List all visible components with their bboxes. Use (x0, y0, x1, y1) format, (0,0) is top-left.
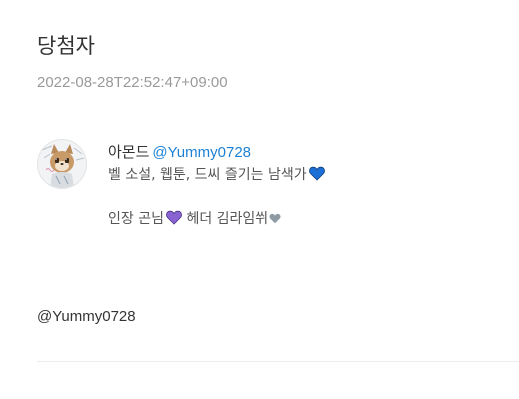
avatar-illustration (38, 140, 86, 188)
bio-line-2: 인장 곤님 헤더 김라임쒸 (108, 208, 508, 230)
bio-text-1: 벨 소설, 웹툰, 드씨 즐기는 남색가 (108, 167, 307, 183)
grey-heart-icon (269, 209, 281, 224)
profile-content: 아몬드 @Yummy0728 벨 소설, 웹툰, 드씨 즐기는 남색가 인장 곤님… (108, 141, 508, 230)
display-name: 아몬드 (108, 143, 150, 161)
bio-text-2a: 인장 곤님 (108, 211, 164, 227)
bio-text-2b: 헤더 김라임쒸 (186, 211, 269, 227)
bio-line-1: 벨 소설, 웹툰, 드씨 즐기는 남색가 (108, 164, 508, 186)
page-title: 당첨자 (37, 34, 95, 58)
timestamp: 2022-08-28T22:52:47+09:00 (37, 74, 228, 91)
divider (37, 361, 519, 362)
blue-heart-icon (308, 166, 325, 181)
avatar[interactable] (37, 139, 87, 189)
purple-heart-icon (166, 210, 182, 225)
handle-link[interactable]: @Yummy0728 (152, 144, 251, 161)
footer-handle: @Yummy0728 (37, 308, 136, 325)
name-row: 아몬드 @Yummy0728 (108, 141, 508, 164)
winner-page: 당첨자 2022-08-28T22:52:47+09:00 아몬드 @Yummy… (0, 0, 519, 399)
